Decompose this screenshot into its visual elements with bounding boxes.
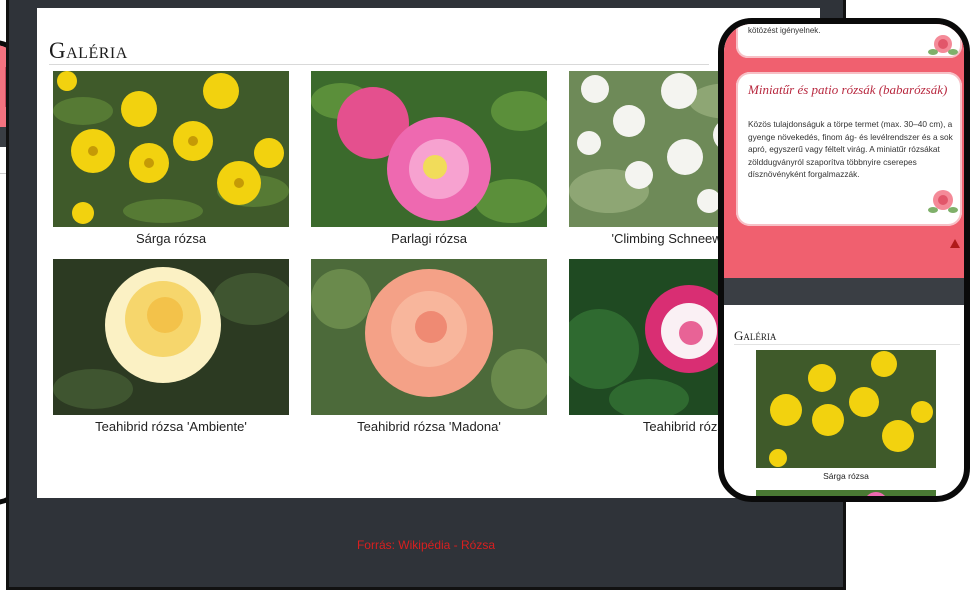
gallery-caption: Teahibrid rózsa 'Madona' <box>357 419 501 434</box>
yellow-rose-photo[interactable] <box>53 71 289 227</box>
rose-ornament-icon <box>928 190 958 213</box>
info-card-miniature-roses: Miniatűr és patio rózsák (babarózsák) Kö… <box>736 72 962 226</box>
gallery-item-salmon-rose[interactable]: Teahibrid rózsa 'Madona' <box>311 259 547 434</box>
cream-rose-photo[interactable] <box>53 259 289 415</box>
rose-ornament-icon <box>928 35 958 55</box>
gallery-caption: Teahibrid rózsa 'Ambiente' <box>95 419 247 434</box>
gallery-section: Galéria Sárga rózsa Parlagi rózsa 'Climb… <box>37 8 820 498</box>
triangle-up-icon[interactable] <box>950 239 960 248</box>
right-phone-frame: kötözést igényelnek. Miniatűr és patio r… <box>718 18 970 502</box>
gallery-caption: Sárga rózsa <box>823 471 869 481</box>
source-link[interactable]: Forrás: Wikipédia - Rózsa <box>9 538 843 552</box>
gallery-item-pink-rose[interactable]: Parlagi rózsa <box>311 71 547 246</box>
pink-rose-photo[interactable] <box>756 490 936 496</box>
card-text: kötözést igényelnek. <box>748 26 821 35</box>
pink-rose-photo[interactable] <box>311 71 547 227</box>
salmon-rose-photo[interactable] <box>311 259 547 415</box>
gallery-item-cream-rose[interactable]: Teahibrid rózsa 'Ambiente' <box>53 259 289 434</box>
info-card-previous: kötözést igényelnek. <box>736 24 962 58</box>
gallery-divider <box>49 64 709 65</box>
gallery-divider <box>734 344 960 345</box>
right-phone-dark-bar <box>724 278 964 305</box>
yellow-rose-photo[interactable] <box>756 350 936 468</box>
card-body: Közös tulajdonságuk a törpe termet (max.… <box>748 119 953 179</box>
gallery-title: Galéria <box>734 328 777 343</box>
card-title: Miniatűr és patio rózsák (babarózsák) <box>748 82 948 97</box>
gallery-item-yellow-rose[interactable]: Sárga rózsa <box>53 71 289 246</box>
gallery-caption: Parlagi rózsa <box>391 231 467 246</box>
gallery-caption: Sárga rózsa <box>135 231 207 246</box>
gallery-title: Galéria <box>49 38 128 63</box>
